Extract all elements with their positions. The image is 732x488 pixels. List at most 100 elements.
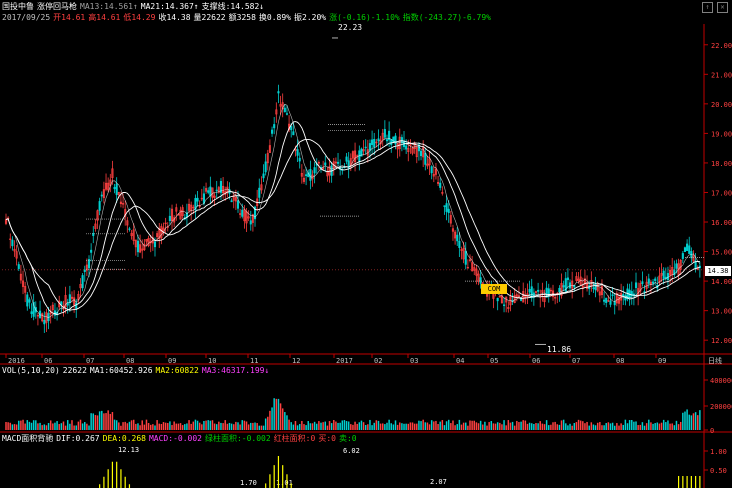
candle-body (443, 205, 446, 207)
candle-body (496, 298, 499, 302)
time-tick-label: 09 (168, 357, 176, 365)
candle-body (11, 239, 14, 247)
candle-body (292, 131, 295, 136)
time-tick-label: 07 (572, 357, 580, 365)
candle-body (296, 149, 299, 156)
volume-tick-label: 400000 (710, 377, 732, 385)
candle-body (28, 299, 31, 303)
time-tick-label: 03 (410, 357, 418, 365)
candle-body (654, 278, 657, 281)
candle-body (215, 189, 218, 192)
com-marker: COM (481, 284, 507, 294)
candle-body (309, 169, 312, 181)
candle-body (30, 311, 33, 314)
volume-tick-label: 200000 (710, 403, 732, 411)
macd-item-1: DIF:0.267 (56, 434, 100, 443)
macd-item-0: MACD面积背驰 (2, 434, 54, 443)
macd-item-2: DEA:0.268 (102, 434, 146, 443)
candle-body (424, 152, 427, 165)
candle-body (83, 269, 86, 272)
candle-body (324, 162, 327, 166)
macd-item-3: MACD:-0.002 (148, 434, 202, 443)
candle-body (81, 275, 84, 289)
candle-body (236, 200, 240, 209)
low-price-annotation: 11.86 (547, 345, 572, 354)
macd-value-label: 1.70 (240, 479, 257, 487)
macd-item-5: 红柱面积:0 (273, 434, 316, 443)
candle-body (537, 289, 540, 292)
candle-body (666, 273, 669, 280)
candle-body (128, 228, 131, 230)
candle-body (153, 241, 157, 248)
macd-panel-header: MACD面积背驰 DIF:0.267 DEA:0.268 MACD:-0.002 绿柱面… (2, 434, 360, 444)
candle-body (371, 139, 374, 145)
candle-body (445, 203, 448, 212)
time-tick-label: 08 (126, 357, 134, 365)
candle-body (405, 145, 408, 150)
candle-body (98, 201, 101, 211)
candle-body (60, 301, 63, 305)
candle-body (611, 294, 614, 296)
candle-body (298, 157, 301, 162)
candle-body (390, 139, 393, 145)
candle-body (113, 187, 116, 190)
volume-tick-label: 0 (710, 427, 714, 435)
candle-body (456, 234, 459, 242)
time-tick-label: 07 (86, 357, 94, 365)
time-tick-label: 10 (208, 357, 216, 365)
candle-body (647, 278, 650, 284)
candle-body (207, 190, 210, 193)
candle-body (641, 281, 644, 284)
candle-body (271, 129, 274, 134)
candle-body (675, 263, 678, 269)
candle-body (115, 183, 118, 196)
candle-body (568, 282, 572, 289)
candle-body (377, 138, 380, 142)
time-tick-label: 08 (616, 357, 624, 365)
candle-body (336, 161, 340, 164)
candle-body (383, 129, 386, 138)
candle-body (681, 253, 684, 259)
candle-body (290, 126, 293, 131)
current-price-label: 14.38 (705, 266, 731, 276)
time-tick-label: 06 (44, 357, 52, 365)
candle-body (75, 302, 78, 310)
candle-body (368, 143, 372, 151)
candle-body (262, 173, 265, 179)
time-tick-label: 02 (374, 357, 382, 365)
vol-item-3: MA2:60822 (155, 366, 199, 375)
vol-item-4: MA3:46317.199↓ (201, 366, 270, 375)
kline-chart[interactable]: 22.00 21.00 20.00 19.00 18.00 17.00 16.00 15.00… (0, 0, 732, 488)
macd-value-label: 6.02 (343, 447, 360, 455)
candle-body (503, 304, 506, 306)
candle-body (90, 249, 93, 253)
macd-item-6: 买:0 (318, 434, 336, 443)
candle-body (603, 299, 606, 302)
candle-body (264, 161, 267, 173)
time-tick-label: 12 (292, 357, 300, 365)
candle-body (26, 294, 29, 307)
candle-body (686, 243, 689, 251)
candle-body (202, 193, 205, 204)
macd-item-7: 卖:0 (338, 434, 357, 443)
price-tick-label: 22.00 (711, 42, 732, 50)
macd-value-label: 2.07 (430, 478, 447, 486)
macd-tick-label: 1.00 (710, 448, 727, 456)
candle-body (562, 285, 565, 288)
candle-body (430, 166, 433, 174)
candle-body (662, 270, 665, 279)
candle-body (458, 240, 461, 248)
candle-body (594, 283, 597, 291)
candle-body (273, 124, 276, 129)
candle-body (66, 302, 69, 306)
candle-body (100, 194, 103, 197)
price-tick-label: 21.00 (711, 71, 732, 79)
candle-body (241, 209, 244, 217)
time-unit-label: 日线 (708, 356, 722, 365)
candle-body (447, 208, 450, 214)
candle-body (652, 281, 655, 284)
candle-body (394, 135, 397, 145)
high-price-annotation: 22.23 (338, 23, 363, 32)
candle-body (196, 197, 199, 202)
candle-body (688, 245, 691, 254)
